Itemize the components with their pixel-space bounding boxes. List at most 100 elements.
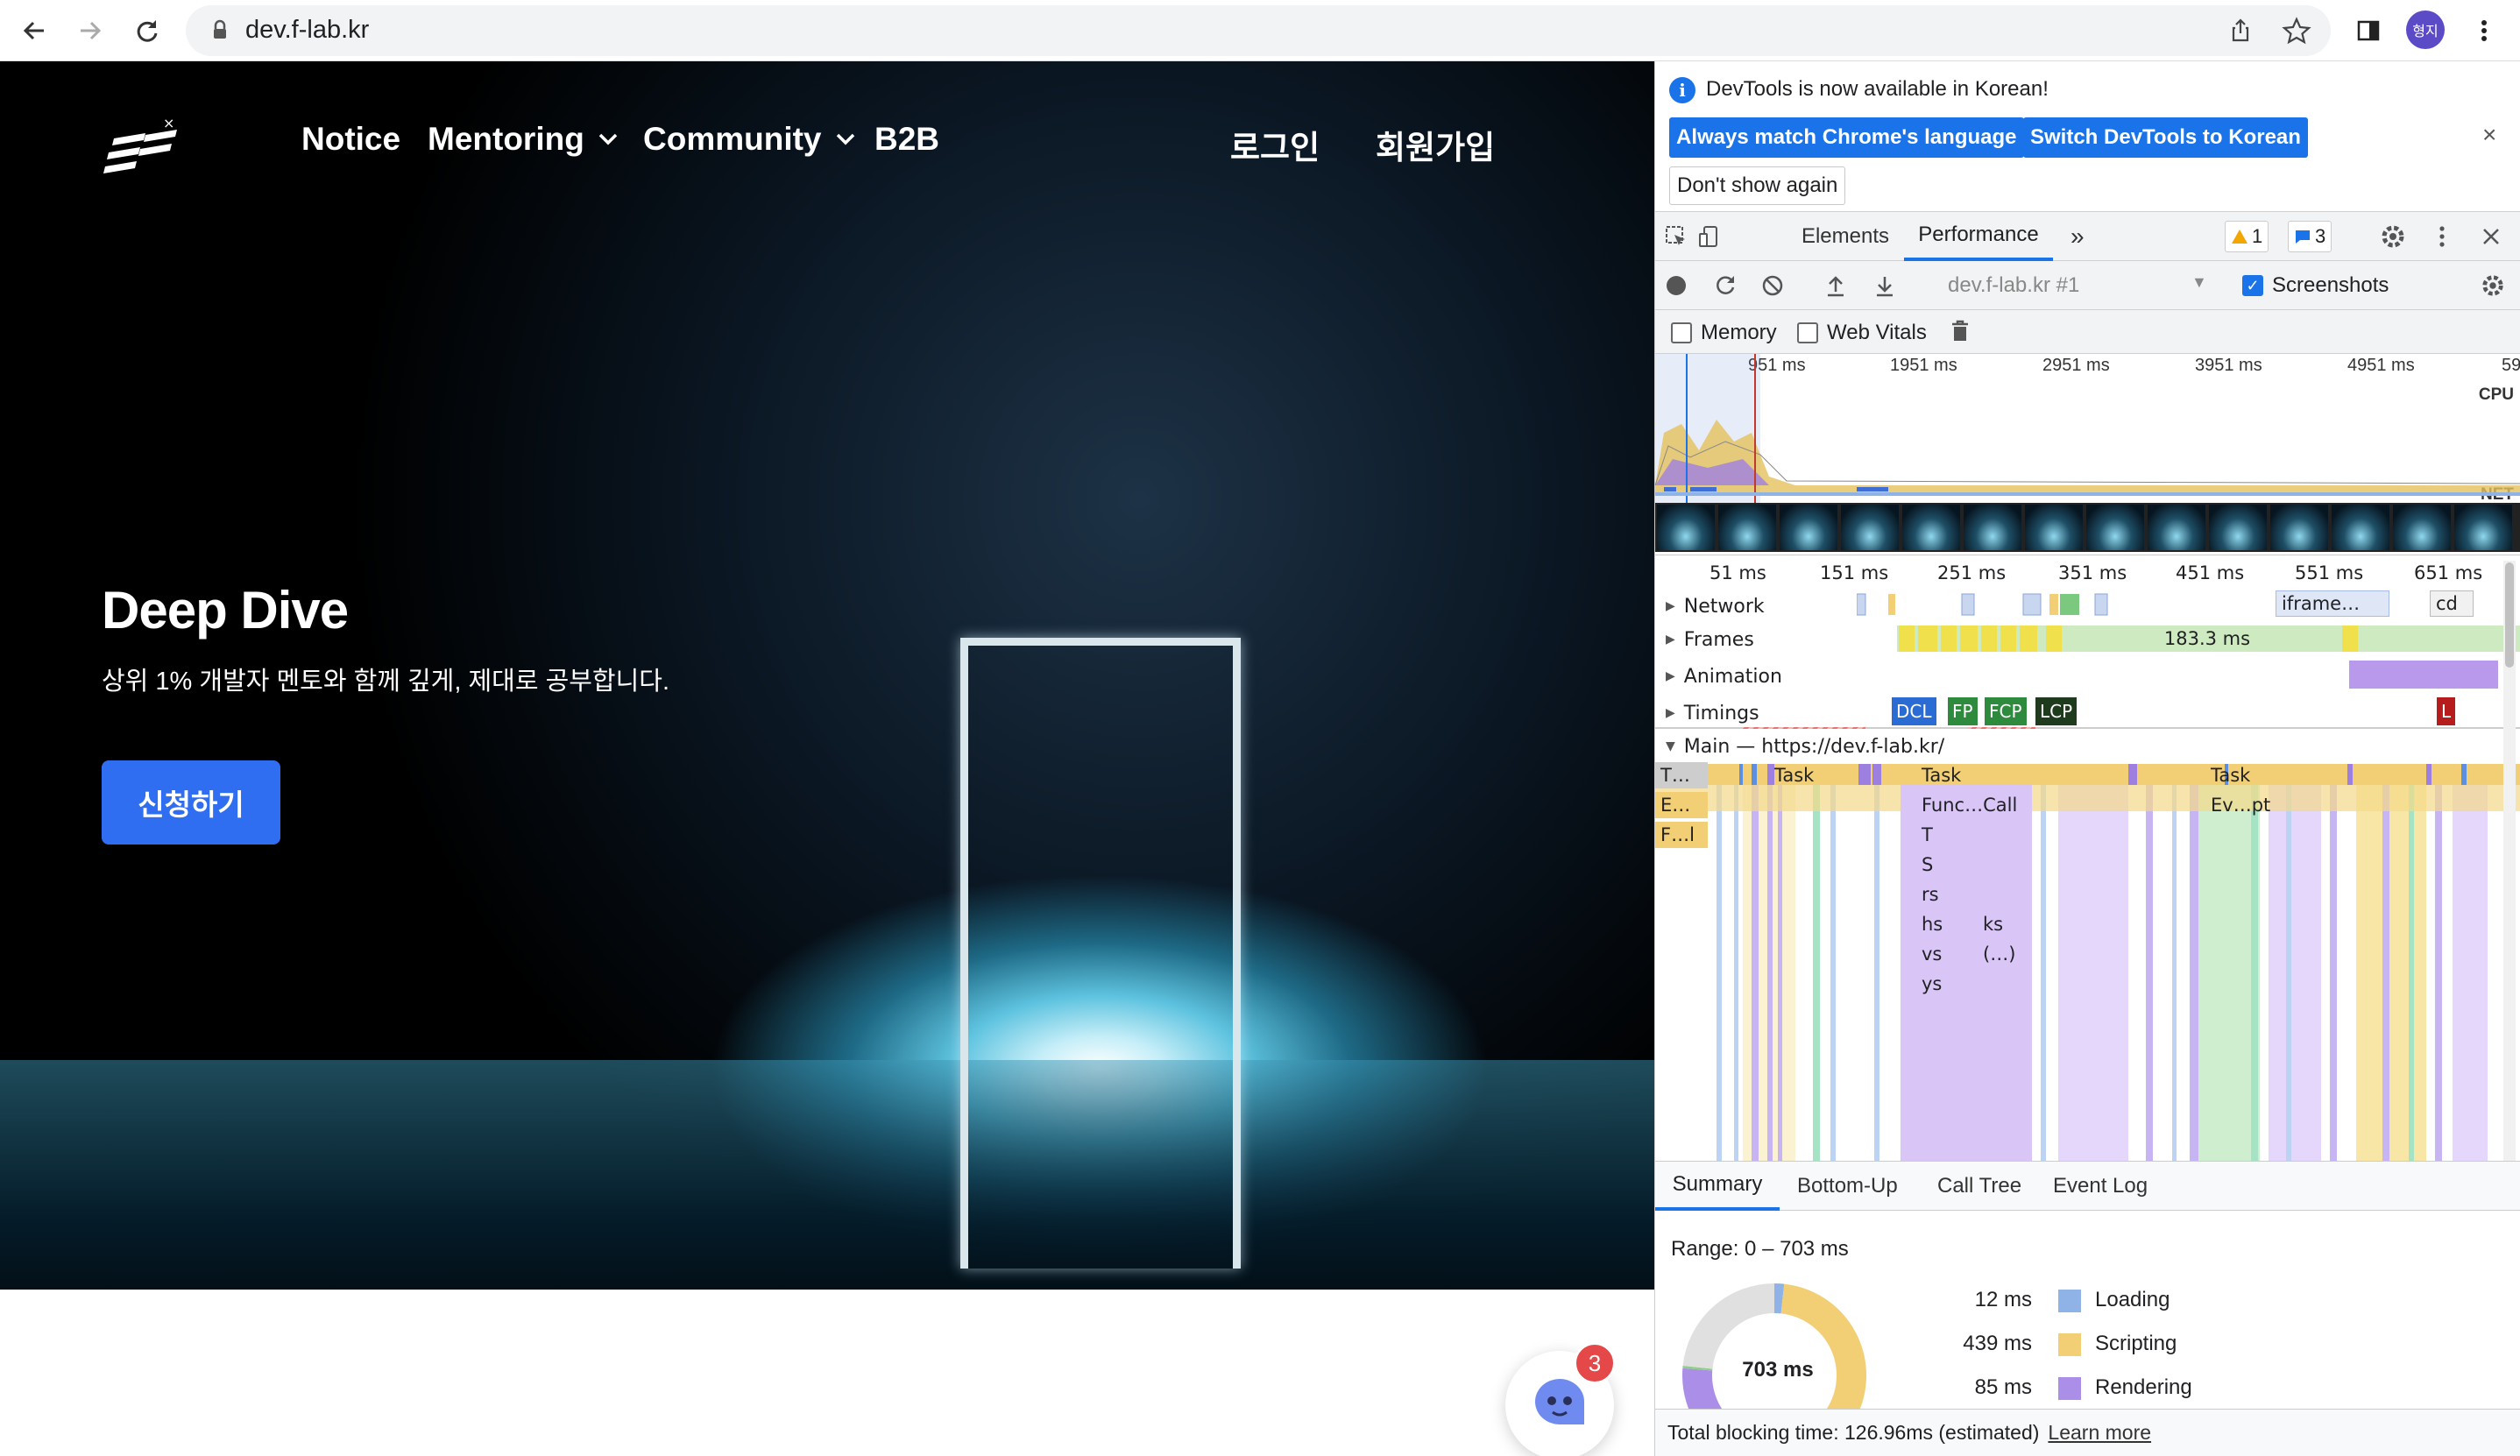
trash-icon[interactable]: [1944, 315, 1976, 347]
task-bar[interactable]: Task: [2205, 762, 2267, 788]
call-bar[interactable]: rs: [1916, 881, 1969, 908]
call-bar[interactable]: vs: [1916, 941, 1969, 967]
download-profile-icon[interactable]: [1869, 270, 1901, 301]
messages-badge[interactable]: 3: [2288, 221, 2332, 252]
track-timings[interactable]: ▶ Timings: [1655, 696, 2520, 731]
call-bar[interactable]: S: [1916, 852, 1969, 878]
language-infobar: i DevTools is now available in Korean! A…: [1655, 61, 2520, 212]
tab-performance[interactable]: Performance: [1904, 212, 2053, 261]
screenshot-thumb: [2332, 505, 2389, 550]
animation-bar[interactable]: [2349, 661, 2498, 689]
scrollbar-thumb[interactable]: [2505, 562, 2514, 668]
tab-summary[interactable]: Summary: [1655, 1162, 1780, 1211]
screenshot-thumb: [1780, 505, 1837, 550]
task-bar[interactable]: Task: [1769, 762, 1830, 788]
close-icon[interactable]: ×: [2482, 121, 2496, 149]
timing-lcp-marker[interactable]: LCP: [2035, 697, 2078, 725]
summary-value: 439 ms: [1963, 1332, 2032, 1355]
web-vitals-checkbox[interactable]: Web Vitals: [1797, 321, 1927, 345]
timing-dcl-marker[interactable]: DCL: [1892, 697, 1936, 725]
dont-show-again-button[interactable]: Don't show again: [1669, 166, 1846, 205]
upload-profile-icon[interactable]: [1820, 270, 1851, 301]
reload-record-icon[interactable]: [1709, 270, 1741, 301]
frame-duration[interactable]: 183.3 ms: [2155, 626, 2260, 652]
share-icon[interactable]: [2226, 16, 2255, 46]
task-bar[interactable]: Task: [1916, 762, 1978, 788]
nav-notice[interactable]: Notice: [301, 121, 400, 158]
clear-icon[interactable]: [1757, 270, 1788, 301]
capture-settings-icon[interactable]: [2477, 270, 2509, 301]
nav-mentoring[interactable]: Mentoring: [428, 121, 618, 158]
profile-avatar[interactable]: 형지: [2406, 11, 2445, 49]
side-panel-icon[interactable]: [2350, 12, 2387, 49]
f-lab-logo[interactable]: ×: [102, 114, 184, 179]
warnings-count: 1: [2252, 225, 2263, 247]
more-tabs-icon[interactable]: »: [2071, 212, 2085, 261]
timeline-overview[interactable]: 951 ms 1951 ms 2951 ms 3951 ms 4951 ms 5…: [1655, 354, 2520, 555]
function-bar[interactable]: F…l: [1655, 822, 1708, 848]
screenshot-thumb: [2270, 505, 2328, 550]
evaluate-script-bar[interactable]: Ev…pt: [2205, 792, 2284, 818]
screenshot-thumb: [1657, 505, 1715, 550]
bookmark-star-icon[interactable]: [2282, 16, 2311, 46]
nav-b2b[interactable]: B2B: [874, 121, 939, 158]
expand-triangle-icon: ▶: [1666, 706, 1675, 720]
login-link[interactable]: 로그인: [1230, 121, 1320, 168]
event-bar[interactable]: E…: [1655, 792, 1708, 818]
signup-link[interactable]: 회원가입: [1376, 121, 1495, 168]
tab-bottom-up[interactable]: Bottom-Up: [1797, 1162, 1898, 1211]
timing-load-marker[interactable]: L: [2437, 697, 2456, 725]
switch-to-korean-button[interactable]: Switch DevTools to Korean: [2023, 117, 2308, 158]
hero-section: × Notice Mentoring Community B2B 로그인 회원가…: [0, 61, 1654, 1290]
browser-menu-icon[interactable]: [2466, 12, 2502, 49]
call-bar[interactable]: ks: [1978, 911, 2030, 937]
flame-chart[interactable]: 51 ms 151 ms 251 ms 351 ms 451 ms 551 ms…: [1655, 555, 2520, 1162]
call-bar[interactable]: T: [1916, 822, 1969, 848]
flame-scrollbar[interactable]: [2503, 561, 2516, 1161]
timing-fp-marker[interactable]: FP: [1948, 697, 1978, 725]
track-main[interactable]: ▼ Main — https://dev.f-lab.kr/: [1655, 729, 2520, 764]
chevron-down-icon: [598, 133, 618, 145]
tab-elements[interactable]: Elements: [1797, 212, 1894, 261]
back-icon[interactable]: [16, 12, 53, 49]
task-bar[interactable]: T…: [1655, 762, 1708, 788]
record-icon[interactable]: [1660, 270, 1692, 301]
devtools-panel: i DevTools is now available in Korean! A…: [1654, 61, 2520, 1456]
recording-select[interactable]: dev.f-lab.kr #1: [1948, 273, 2079, 298]
memory-checkbox[interactable]: Memory: [1671, 321, 1777, 345]
function-call-bar[interactable]: Func…Call: [1916, 792, 2048, 818]
forward-icon[interactable]: [72, 12, 109, 49]
summary-legend-row: 85 ms Rendering: [1655, 1372, 2520, 1407]
close-devtools-icon[interactable]: [2475, 221, 2507, 252]
screenshots-checkbox[interactable]: ✓ Screenshots: [2242, 273, 2389, 298]
url-text[interactable]: dev.f-lab.kr: [245, 16, 369, 45]
recording-dropdown-icon[interactable]: ▼: [2191, 273, 2207, 292]
summary-label: Loading: [2095, 1288, 2170, 1311]
always-match-language-button[interactable]: Always match Chrome's language: [1669, 117, 2024, 158]
performance-toolbar-options: Memory Web Vitals: [1655, 310, 2520, 354]
reload-icon[interactable]: [128, 12, 165, 49]
screenshot-thumb: [1902, 505, 1960, 550]
nav-community-label: Community: [643, 121, 822, 157]
devtools-menu-icon[interactable]: [2426, 221, 2458, 252]
device-toolbar-icon[interactable]: [1694, 221, 1725, 252]
tab-call-tree[interactable]: Call Tree: [1937, 1162, 2021, 1211]
warnings-badge[interactable]: 1: [2225, 221, 2269, 252]
settings-gear-icon[interactable]: [2377, 221, 2409, 252]
apply-button[interactable]: 신청하기: [102, 760, 280, 845]
inspect-element-icon[interactable]: [1660, 221, 1692, 252]
call-bar[interactable]: ys: [1916, 971, 1969, 997]
call-bar[interactable]: hs: [1916, 911, 1969, 937]
nav-community[interactable]: Community: [643, 121, 855, 158]
address-bar[interactable]: dev.f-lab.kr: [186, 5, 2331, 56]
call-bar[interactable]: (…): [1978, 941, 2030, 967]
learn-more-link[interactable]: Learn more: [2048, 1421, 2151, 1445]
lock-icon[interactable]: [205, 16, 235, 46]
web-vitals-label: Web Vitals: [1827, 321, 1927, 344]
tab-event-log[interactable]: Event Log: [2053, 1162, 2148, 1211]
timing-fcp-marker[interactable]: FCP: [1985, 697, 2027, 725]
cpu-net-graph: [1655, 354, 2520, 503]
flame-tick: 251 ms: [1937, 562, 2007, 583]
network-request-bars: [1857, 593, 2108, 616]
hero-portal-door: [960, 638, 1241, 1269]
